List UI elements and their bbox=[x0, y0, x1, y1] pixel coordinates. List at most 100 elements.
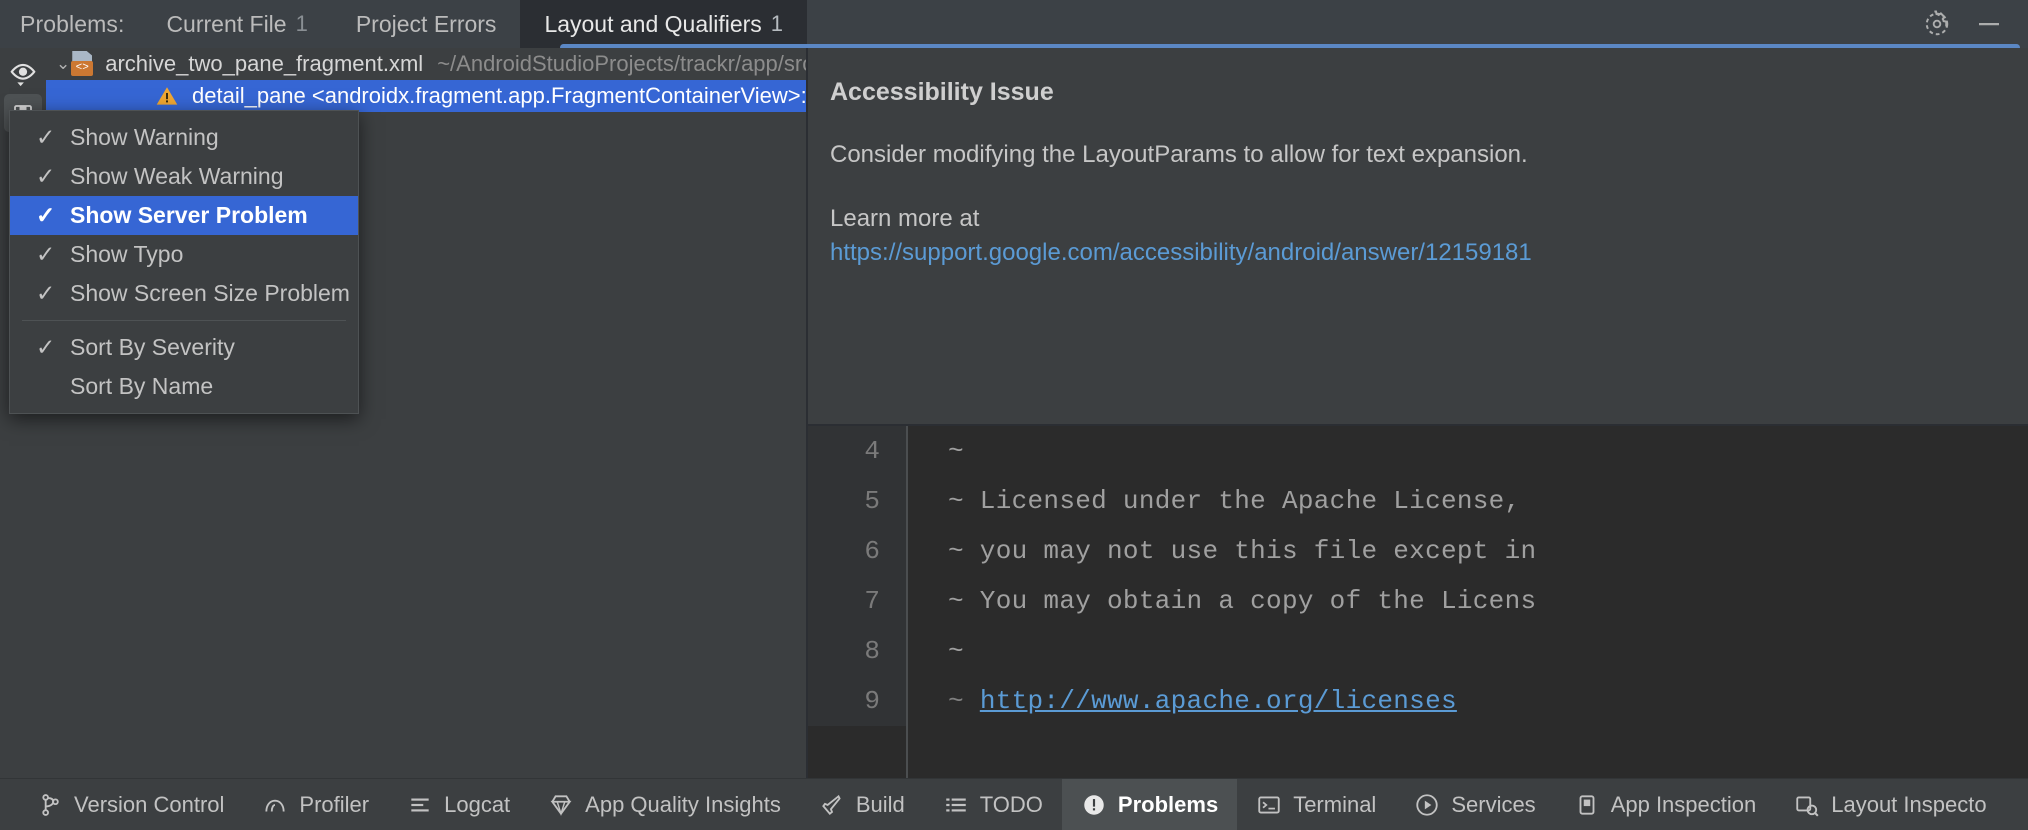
tab-layout-and-qualifiers-label: Layout and Qualifiers bbox=[544, 11, 761, 38]
app-inspection-icon bbox=[1574, 792, 1600, 818]
editor-line: 5 ~ Licensed under the Apache License, bbox=[808, 476, 2028, 526]
status-item-app-inspection[interactable]: App Inspection bbox=[1555, 779, 1776, 830]
menu-item-sort-by-severity[interactable]: ✓ Sort By Severity bbox=[10, 328, 358, 367]
tree-row-issue[interactable]: detail_pane <androidx.fragment.app.Fragm… bbox=[46, 80, 806, 112]
menu-item-show-weak-warning[interactable]: ✓ Show Weak Warning bbox=[10, 157, 358, 196]
tree-file-name: archive_two_pane_fragment.xml bbox=[105, 51, 423, 77]
minimize-icon[interactable] bbox=[1974, 9, 2004, 39]
line-text: ~ bbox=[906, 636, 964, 666]
filter-popup-menu[interactable]: ✓ Show Warning ✓ Show Weak Warning ✓ Sho… bbox=[9, 110, 359, 414]
issue-title: Accessibility Issue bbox=[830, 78, 2000, 107]
menu-item-label: Sort By Severity bbox=[70, 334, 235, 361]
status-item-label: Services bbox=[1451, 792, 1535, 818]
profiler-icon bbox=[262, 792, 288, 818]
tab-layout-and-qualifiers[interactable]: Layout and Qualifiers 1 bbox=[520, 0, 807, 48]
tab-project-errors[interactable]: Project Errors bbox=[332, 0, 521, 48]
menu-item-label: Show Weak Warning bbox=[70, 163, 283, 190]
tabbar-spacer bbox=[807, 0, 1922, 48]
menu-item-show-server-problem[interactable]: ✓ Show Server Problem bbox=[10, 196, 358, 235]
line-text-prefix: ~ bbox=[948, 686, 980, 716]
status-item-label: TODO bbox=[980, 792, 1043, 818]
status-item-label: Version Control bbox=[74, 792, 224, 818]
menu-item-label: Show Typo bbox=[70, 241, 183, 268]
status-item-label: Problems bbox=[1118, 792, 1218, 818]
tree-issue-label: detail_pane <androidx.fragment.app.Fragm… bbox=[192, 83, 806, 109]
menu-item-show-typo[interactable]: ✓ Show Typo bbox=[10, 235, 358, 274]
terminal-icon bbox=[1256, 792, 1282, 818]
status-item-terminal[interactable]: Terminal bbox=[1237, 779, 1395, 830]
status-item-label: Layout Inspecto bbox=[1831, 792, 1986, 818]
status-item-logcat[interactable]: Logcat bbox=[388, 779, 529, 830]
checkmark-icon: ✓ bbox=[36, 163, 70, 190]
checkmark-icon: ✓ bbox=[36, 241, 70, 268]
line-number: 5 bbox=[808, 476, 906, 526]
status-item-label: Build bbox=[856, 792, 905, 818]
status-item-services[interactable]: Services bbox=[1395, 779, 1554, 830]
problems-tab-bar: Problems: Current File 1 Project Errors … bbox=[0, 0, 2028, 48]
xml-tag-glyph: <> bbox=[71, 61, 93, 76]
status-item-version-control[interactable]: Version Control bbox=[18, 779, 243, 830]
tree-row-file[interactable]: ⌄ <> archive_two_pane_fragment.xml ~/And… bbox=[46, 48, 806, 80]
checkmark-icon: ✓ bbox=[36, 280, 70, 307]
bottom-tool-window-bar: Version Control Profiler Logcat App bbox=[0, 778, 2028, 830]
settings-gear-icon[interactable] bbox=[1922, 9, 1952, 39]
problems-tool-window: Problems: Current File 1 Project Errors … bbox=[0, 0, 2028, 830]
code-preview-editor[interactable]: 4 ~ 5 ~ Licensed under the Apache Licens… bbox=[806, 426, 2028, 778]
tab-current-file[interactable]: Current File 1 bbox=[142, 0, 331, 48]
editor-line: 8 ~ bbox=[808, 626, 2028, 676]
menu-item-label: Show Server Problem bbox=[70, 202, 308, 229]
branch-icon bbox=[37, 792, 63, 818]
status-item-build[interactable]: Build bbox=[800, 779, 924, 830]
issue-description-panel: Accessibility Issue Consider modifying t… bbox=[806, 48, 2028, 426]
learn-more-label: Learn more at bbox=[830, 205, 2000, 233]
editor-line: 9 ~ http://www.apache.org/licenses bbox=[808, 676, 2028, 726]
status-item-app-quality-insights[interactable]: App Quality Insights bbox=[529, 779, 800, 830]
tab-current-file-count: 1 bbox=[296, 11, 308, 37]
layout-inspector-icon bbox=[1794, 792, 1820, 818]
line-number: 6 bbox=[808, 526, 906, 576]
line-number: 9 bbox=[808, 676, 906, 726]
tab-project-errors-label: Project Errors bbox=[356, 11, 497, 38]
services-play-icon bbox=[1414, 792, 1440, 818]
status-item-label: Profiler bbox=[299, 792, 369, 818]
status-item-problems[interactable]: Problems bbox=[1062, 779, 1237, 830]
logcat-icon bbox=[407, 792, 433, 818]
editor-line: 6 ~ you may not use this file except in bbox=[808, 526, 2028, 576]
menu-item-show-screen-size-problem[interactable]: ✓ Show Screen Size Problem bbox=[10, 274, 358, 313]
preview-eye-button[interactable] bbox=[4, 54, 42, 92]
tree-file-path: ~/AndroidStudioProjects/trackr/app/src bbox=[437, 51, 806, 77]
license-url-link[interactable]: http://www.apache.org/licenses bbox=[980, 686, 1457, 716]
status-item-layout-inspector[interactable]: Layout Inspecto bbox=[1775, 779, 2005, 830]
warning-triangle-icon bbox=[154, 84, 180, 108]
tabbar-actions bbox=[1922, 0, 2028, 48]
checkmark-icon: ✓ bbox=[36, 124, 70, 151]
problems-icon bbox=[1081, 792, 1107, 818]
xml-file-icon: <> bbox=[70, 51, 96, 77]
learn-more-link[interactable]: https://support.google.com/accessibility… bbox=[830, 239, 1532, 267]
editor-line: 7 ~ You may obtain a copy of the Licens bbox=[808, 576, 2028, 626]
todo-list-icon bbox=[943, 792, 969, 818]
editor-line: 4 ~ bbox=[808, 426, 2028, 476]
line-text: ~ Licensed under the Apache License, bbox=[906, 486, 1521, 516]
problems-label: Problems: bbox=[0, 0, 142, 48]
line-number: 4 bbox=[808, 426, 906, 476]
menu-item-sort-by-name[interactable]: Sort By Name bbox=[10, 367, 358, 406]
line-number: 8 bbox=[808, 626, 906, 676]
menu-item-show-warning[interactable]: ✓ Show Warning bbox=[10, 118, 358, 157]
hammer-icon bbox=[819, 792, 845, 818]
menu-item-label: Show Screen Size Problem bbox=[70, 280, 350, 307]
status-item-label: App Quality Insights bbox=[585, 792, 781, 818]
tab-layout-and-qualifiers-count: 1 bbox=[771, 11, 783, 37]
status-item-label: Logcat bbox=[444, 792, 510, 818]
line-number: 7 bbox=[808, 576, 906, 626]
status-item-todo[interactable]: TODO bbox=[924, 779, 1062, 830]
menu-separator bbox=[22, 320, 346, 321]
gutter-divider bbox=[906, 426, 908, 778]
status-item-label: App Inspection bbox=[1611, 792, 1757, 818]
preview-eye-icon bbox=[8, 58, 38, 88]
line-text: ~ you may not use this file except in bbox=[906, 536, 1536, 566]
expand-chevron-icon[interactable]: ⌄ bbox=[56, 54, 70, 74]
status-item-profiler[interactable]: Profiler bbox=[243, 779, 388, 830]
menu-item-label: Show Warning bbox=[70, 124, 219, 151]
line-text: ~ You may obtain a copy of the Licens bbox=[906, 586, 1536, 616]
